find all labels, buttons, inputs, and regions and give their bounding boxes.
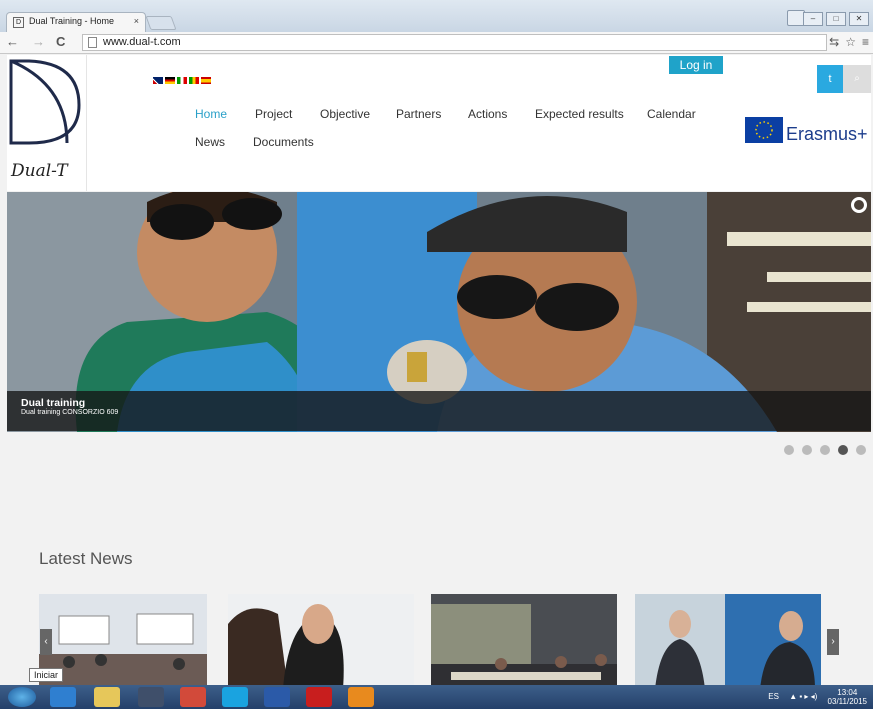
slider-dots [784, 445, 866, 455]
tab-title: Dual Training - Home [29, 16, 115, 26]
nav-item-news[interactable]: News [195, 135, 225, 149]
start-tooltip: Iniciar [29, 668, 64, 682]
back-button[interactable]: ← [6, 35, 19, 49]
tab-strip: D Dual Training - Home × – □ ✕ [0, 0, 873, 32]
internet-explorer-icon[interactable] [50, 687, 76, 707]
forward-button[interactable]: → [32, 35, 45, 49]
web-page: Dual-T Home Project Objective Partners A… [0, 55, 873, 685]
browser-window: D Dual Training - Home × – □ ✕ ← → C www… [0, 0, 873, 709]
tray-icons[interactable]: ▲ ▪ ▸ ◂) [789, 692, 817, 701]
maximize-button[interactable]: □ [826, 12, 846, 26]
slider-dot-4[interactable] [838, 445, 848, 455]
acrobat-icon[interactable] [306, 687, 332, 707]
news-image-2 [228, 594, 414, 685]
news-card-2[interactable] [228, 594, 414, 685]
system-tray: ES ▲ ▪ ▸ ◂) 13:04 03/11/2015 [768, 688, 867, 706]
menu-icon[interactable]: ≡ [862, 35, 869, 49]
flag-it-alt-icon[interactable] [189, 77, 199, 84]
bookmark-star-icon[interactable]: ☆ [845, 35, 856, 49]
file-explorer-icon[interactable] [94, 687, 120, 707]
site-logo[interactable]: Dual-T [7, 55, 87, 191]
page-icon [88, 37, 97, 48]
logo-mark-icon [9, 59, 81, 145]
flag-en-icon[interactable] [153, 77, 163, 84]
tab-dual-training[interactable]: D Dual Training - Home × [6, 12, 146, 32]
outlook-icon[interactable] [348, 687, 374, 707]
nav-item-calendar[interactable]: Calendar [647, 107, 696, 121]
slider-dot-3[interactable] [820, 445, 830, 455]
flag-de-icon[interactable] [165, 77, 175, 84]
clock[interactable]: 13:04 03/11/2015 [828, 688, 867, 706]
slider-dot-1[interactable] [784, 445, 794, 455]
language-flags [153, 77, 211, 84]
news-prev-button[interactable]: ‹ [40, 629, 52, 655]
new-tab-button[interactable] [145, 16, 177, 30]
nav-item-objective[interactable]: Objective [320, 107, 370, 121]
slider-dot-5[interactable] [856, 445, 866, 455]
news-image-1 [39, 594, 207, 685]
nav-item-project[interactable]: Project [255, 107, 292, 121]
nav-item-actions[interactable]: Actions [468, 107, 507, 121]
minimize-button[interactable]: – [803, 12, 823, 26]
translate-icon[interactable]: ⇆ [829, 35, 839, 49]
slide-caption-title: Dual training [21, 397, 86, 409]
slider-dot-2[interactable] [802, 445, 812, 455]
nav-item-partners[interactable]: Partners [396, 107, 441, 121]
nav-item-expected-results[interactable]: Expected results [535, 107, 624, 121]
media-player-icon[interactable] [138, 687, 164, 707]
eu-flag-icon [745, 117, 783, 143]
word-icon[interactable] [264, 687, 290, 707]
erasmus-label: Erasmus+ [786, 124, 868, 144]
language-indicator[interactable]: ES [768, 692, 779, 701]
news-image-3 [431, 594, 617, 685]
search-icon[interactable]: ⌕ [843, 65, 871, 93]
url-text: www.dual-t.com [103, 36, 181, 48]
windows-taskbar: ES ▲ ▪ ▸ ◂) 13:04 03/11/2015 [0, 685, 873, 709]
twitter-icon[interactable]: t [817, 65, 843, 93]
news-card-3[interactable] [431, 594, 617, 685]
clock-time: 13:04 [837, 688, 858, 697]
address-bar[interactable]: www.dual-t.com [82, 34, 827, 51]
toolbar-right: ⇆ ☆ ≡ [829, 35, 869, 49]
nav-item-home[interactable]: Home [195, 107, 227, 121]
hero-slider[interactable]: Dual training Dual training CONSORZIO 60… [7, 192, 871, 432]
clock-date: 03/11/2015 [827, 697, 867, 706]
news-next-button[interactable]: › [827, 629, 839, 655]
nav-item-documents[interactable]: Documents [253, 135, 314, 149]
slider-indicator-icon [851, 197, 867, 213]
flag-es-icon[interactable] [201, 77, 211, 84]
news-image-4 [635, 594, 821, 685]
page-favicon-icon: D [13, 17, 24, 28]
slide-caption-subtitle: Dual training CONSORZIO 609 [21, 409, 119, 416]
news-card-1[interactable] [39, 594, 207, 685]
start-button[interactable] [8, 687, 36, 707]
skype-icon[interactable] [222, 687, 248, 707]
close-window-button[interactable]: ✕ [849, 12, 869, 26]
chrome-icon[interactable] [180, 687, 206, 707]
site-header: Dual-T Home Project Objective Partners A… [7, 55, 871, 191]
window-controls: – □ ✕ [803, 12, 869, 26]
reload-button[interactable]: C [56, 35, 65, 49]
news-card-4[interactable] [635, 594, 821, 685]
logo-text: Dual-T [11, 161, 68, 181]
tab-close-icon[interactable]: × [134, 16, 139, 26]
browser-toolbar: ← → C www.dual-t.com ⇆ ☆ ≡ [0, 32, 873, 54]
flag-it-icon[interactable] [177, 77, 187, 84]
slide-caption: Dual training Dual training CONSORZIO 60… [7, 391, 871, 431]
latest-news-heading: Latest News [39, 549, 133, 568]
login-button[interactable]: Log in [669, 56, 723, 74]
